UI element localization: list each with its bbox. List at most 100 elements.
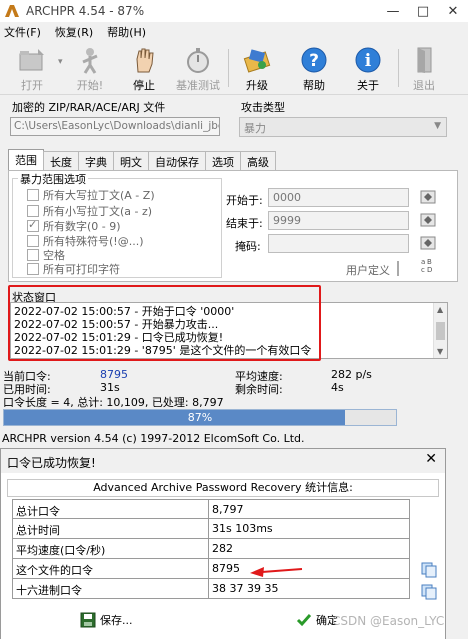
menu-file[interactable]: 文件(F) [4,24,41,40]
chevron-down-icon: ▼ [434,121,441,131]
scroll-up-icon[interactable]: ▲ [437,305,443,314]
total-passwords-key: 总计口令 [13,500,209,518]
about-label: 关于 [357,79,379,92]
charset-label: 所有小写拉丁文(a - z) [43,205,153,218]
file-path-input[interactable]: C:\Users\EasonLyc\Downloads\dianli_jbctf [10,117,220,136]
status-scrollbar[interactable]: ▲ ▼ [433,303,447,358]
start-from-label: 开始于: [226,194,263,207]
hex-password-key: 十六进制口令 [13,579,209,598]
charset-printable[interactable]: 所有可打印字符 [27,261,120,277]
charset-lowercase[interactable]: 所有小写拉丁文(a - z) [27,203,152,219]
menu-bar: 文件(F) 恢复(R) 帮助(H) [0,22,468,41]
set-start-icon[interactable] [420,189,436,205]
brute-force-range-group: 所有大写拉丁文(A - Z) 所有小写拉丁文(a - z) 所有数字(0 - 9… [12,178,222,278]
charset-uppercase[interactable]: 所有大写拉丁文(A - Z) [27,187,155,203]
table-row: 总计时间 31s 103ms [12,519,410,539]
start-figure-icon [82,48,98,74]
options-tabs: 范围 长度 字典 明文 自动保存 选项 高级 [8,149,276,171]
statistics-heading: Advanced Archive Password Recovery 统计信息: [7,479,439,497]
set-end-icon[interactable] [420,212,436,228]
progress-bar: 87% [3,409,397,426]
checkbox[interactable] [27,189,39,201]
tab-options[interactable]: 选项 [205,151,241,170]
tab-range[interactable]: 范围 [8,149,44,170]
exit-label: 退出 [413,79,435,92]
minimize-button[interactable]: — [378,0,408,22]
total-passwords-value: 8,797 [209,500,409,518]
file-password-value[interactable]: 8795 [209,559,409,578]
remaining-time-value: 4s [331,381,344,394]
close-button[interactable]: ✕ [438,0,468,22]
benchmark-label: 基准测试 [176,79,220,92]
scroll-down-icon[interactable]: ▼ [437,347,443,356]
archpr-app-icon [5,5,19,17]
total-time-value: 31s 103ms [209,519,409,538]
red-arrow-annotation [250,567,303,577]
maximize-button[interactable]: □ [408,0,438,22]
upgrade-icon [243,49,271,73]
title-bar: ARCHPR 4.54 - 87% — □ ✕ [0,0,468,22]
stop-button[interactable]: 停止 [116,45,172,93]
stop-label: 停止 [133,79,155,92]
open-label: 打开 [21,79,43,92]
svg-text:a: a [421,258,425,266]
open-folder-icon [19,49,44,71]
checkbox-checked[interactable] [27,218,39,232]
charset-abc-icon[interactable]: a Bc D [420,256,436,274]
svg-text:c: c [421,266,425,274]
charset-label: 所有大写拉丁文(A - Z) [43,189,155,202]
attack-type-value: 暴力 [244,122,266,135]
svg-text:B: B [427,258,432,266]
svg-text:i: i [365,51,372,71]
copy-password-icon[interactable] [421,562,437,578]
average-speed-value: 282 p/s [331,368,372,381]
tab-autosave[interactable]: 自动保存 [148,151,206,170]
benchmark-button[interactable]: 基准测试 [170,45,226,93]
exit-door-icon [417,47,432,73]
checkbox[interactable] [27,249,39,261]
menu-help[interactable]: 帮助(H) [107,24,146,40]
hex-password-value[interactable]: 38 37 39 35 [209,579,409,598]
copy-hex-icon[interactable] [421,584,437,600]
stop-hand-icon [136,48,154,73]
about-button[interactable]: i 关于 [340,45,396,93]
start-from-input[interactable]: 0000 [268,188,409,207]
open-button[interactable]: 打开 [4,45,60,93]
save-button[interactable]: 保存... [80,612,133,628]
tab-advanced[interactable]: 高级 [240,151,276,170]
save-floppy-icon [80,612,96,628]
attack-type-select[interactable]: 暴力 ▼ [239,117,447,137]
start-button[interactable]: 开始! [62,45,118,93]
charset-digits[interactable]: 所有数字(0 - 9) [27,218,121,234]
save-label: 保存... [100,614,133,627]
end-at-input[interactable]: 9999 [268,211,409,230]
checkbox[interactable] [27,263,39,275]
dialog-close-icon[interactable]: ✕ [425,451,437,467]
end-at-label: 结束于: [226,217,263,230]
help-button[interactable]: ? 帮助 [286,45,342,93]
encrypted-file-label: 加密的 ZIP/RAR/ACE/ARJ 文件 [12,101,166,114]
charset-label: 所有可打印字符 [43,263,120,276]
table-row: 十六进制口令 38 37 39 35 [12,579,410,599]
average-speed-key: 平均速度(口令/秒) [13,539,209,558]
user-defined-checkbox[interactable] [397,261,399,276]
watermark: CSDN @Eason_LYC [332,614,445,628]
charset-label: 所有数字(0 - 9) [43,220,121,233]
tab-length[interactable]: 长度 [43,151,79,170]
window-title: ARCHPR 4.54 - 87% [26,4,145,18]
scrollbar-thumb[interactable] [436,322,445,340]
tab-plaintext[interactable]: 明文 [113,151,149,170]
attack-type-label: 攻击类型 [241,101,285,114]
elapsed-time-value: 31s [100,381,120,394]
checkbox[interactable] [27,235,39,247]
set-mask-icon[interactable] [420,235,436,251]
mask-input[interactable] [268,234,409,253]
menu-recovery[interactable]: 恢复(R) [55,24,93,40]
tab-dictionary[interactable]: 字典 [78,151,114,170]
average-speed-value: 282 [209,539,409,558]
password-summary: 口令长度 = 4, 总计: 10,109, 已处理: 8,797 [3,396,224,409]
checkbox[interactable] [27,205,39,217]
exit-button[interactable]: 退出 [396,45,452,93]
toolbar: 打开 ▾ 开始! 停止 基准测试 升级 ? 帮助 i 关于 退出 [0,41,468,95]
upgrade-button[interactable]: 升级 [229,45,285,93]
